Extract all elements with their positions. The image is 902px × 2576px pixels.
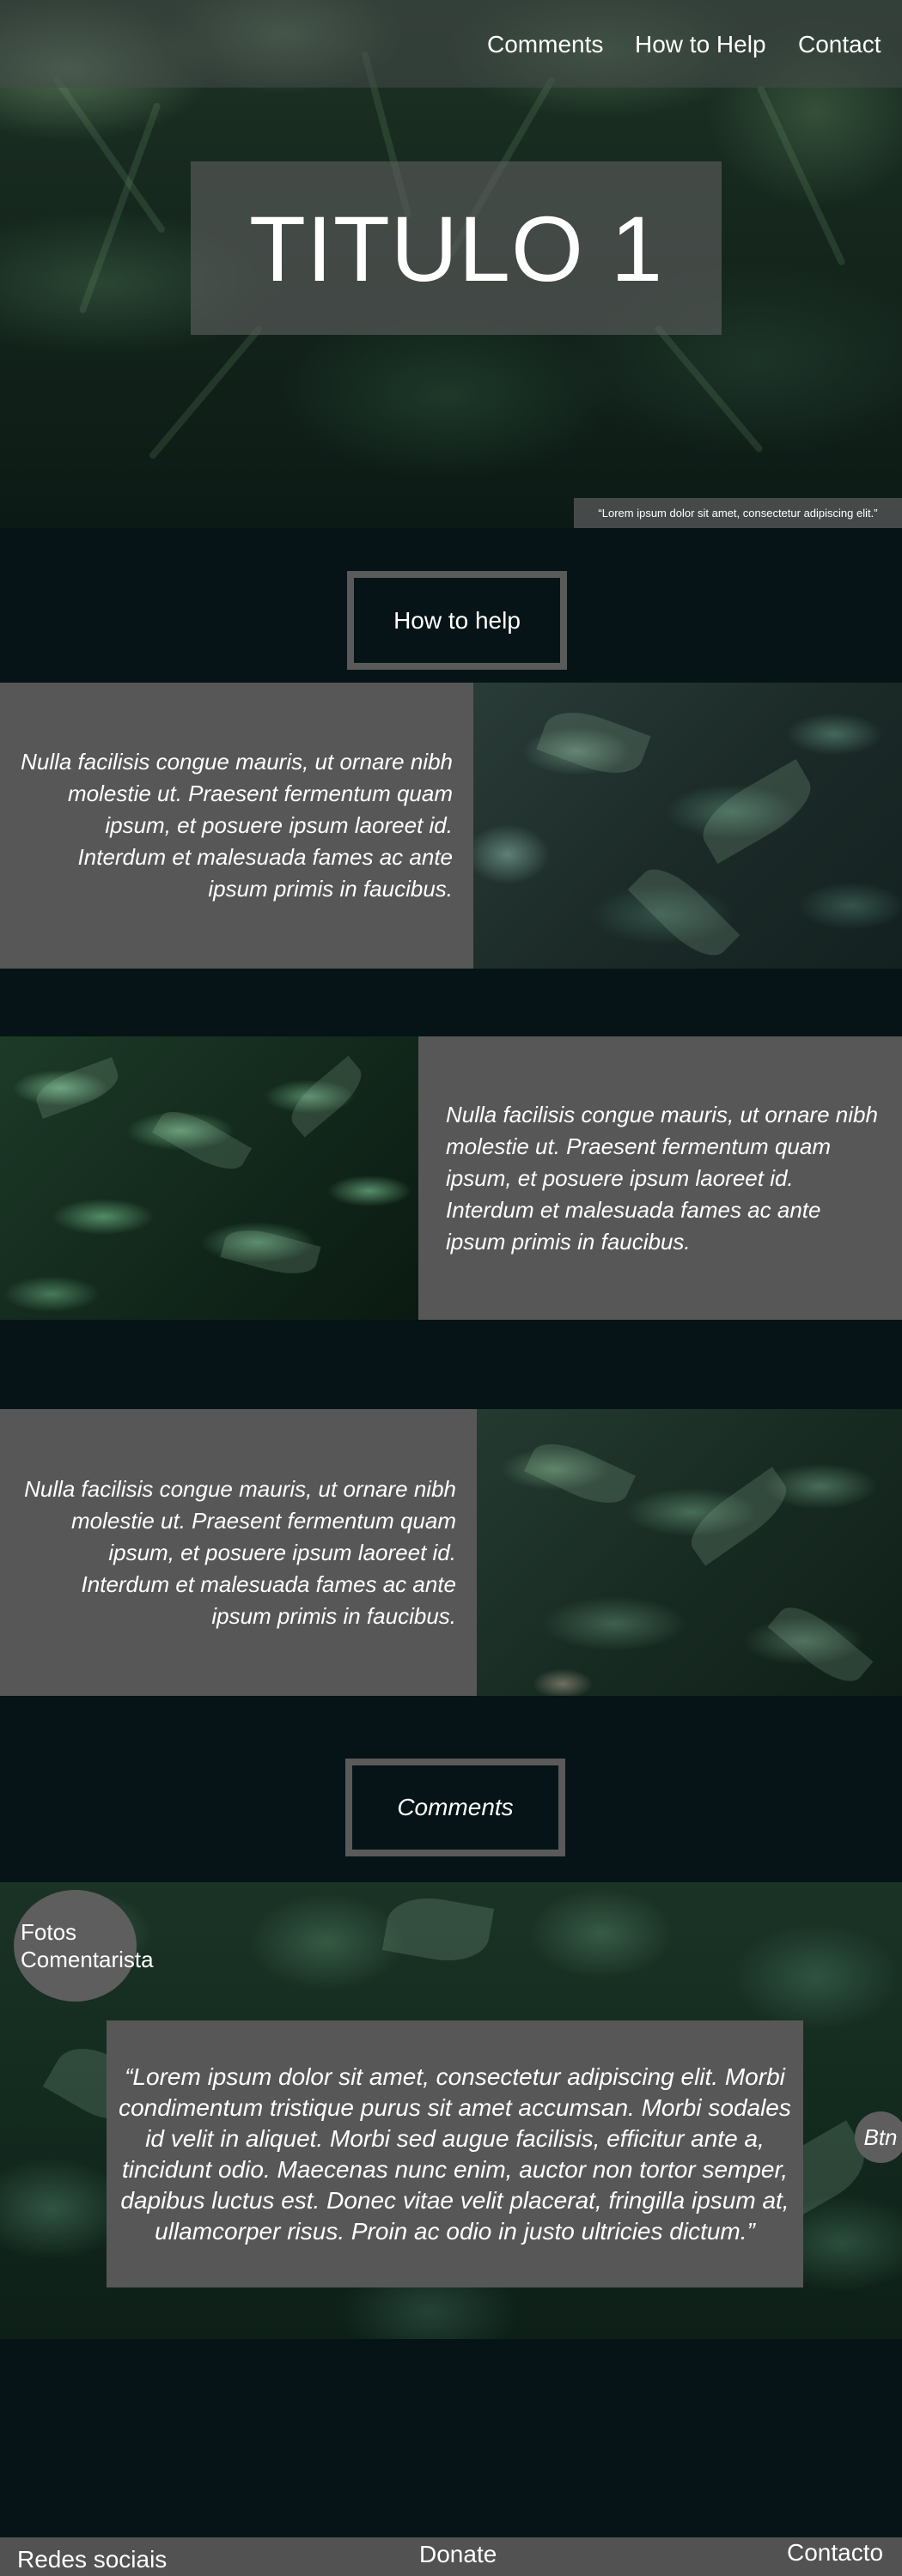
- palm-frond-decoration: [653, 324, 765, 454]
- leaf-shape: [536, 701, 651, 785]
- footer-link-donate[interactable]: Donate: [419, 2541, 497, 2568]
- feature-text-panel-2: Nulla facilisis congue mauris, ut ornare…: [418, 1036, 902, 1320]
- leaf-shape: [680, 1467, 797, 1566]
- leaf-shape: [282, 1055, 371, 1138]
- comment-quote: “Lorem ipsum dolor sit amet, consectetur…: [119, 2063, 791, 2245]
- nav-link-how-to-help[interactable]: How to Help: [635, 31, 766, 58]
- hero-caption: “Lorem ipsum dolor sit amet, consectetur…: [574, 498, 902, 528]
- palm-frond-decoration: [756, 84, 846, 267]
- leaf-shape: [151, 1101, 253, 1180]
- leaf-shape: [31, 1057, 124, 1119]
- comment-next-button[interactable]: Btn: [855, 2111, 902, 2163]
- top-navbar: Comments How to Help Contact: [0, 0, 902, 88]
- comment-quote-box: “Lorem ipsum dolor sit amet, consectetur…: [107, 2020, 803, 2287]
- nav-link-contact[interactable]: Contact: [798, 31, 881, 58]
- commenter-photo: Fotos Comentarista: [14, 1890, 154, 2002]
- leaf-photo-1: [473, 683, 902, 969]
- feature-text-1: Nulla facilisis congue mauris, ut ornare…: [21, 749, 453, 902]
- feature-text-3: Nulla facilisis congue mauris, ut ornare…: [24, 1475, 456, 1629]
- palm-frond-decoration: [148, 324, 265, 460]
- leaf-photo-2: [0, 1036, 418, 1320]
- feature-text-panel-1: Nulla facilisis congue mauris, ut ornare…: [0, 683, 473, 969]
- comments-button[interactable]: Comments: [345, 1759, 565, 1856]
- leaf-shape: [627, 856, 740, 969]
- feature-text-2: Nulla facilisis congue mauris, ut ornare…: [446, 1101, 878, 1255]
- leaf-photo-3: [477, 1409, 902, 1696]
- footer-link-social[interactable]: Redes sociais: [17, 2546, 167, 2573]
- how-to-help-button[interactable]: How to help: [347, 571, 567, 670]
- nav-link-comments[interactable]: Comments: [487, 31, 603, 58]
- leaf-shape: [692, 759, 822, 864]
- footer: Redes sociais Donate Contacto: [0, 2537, 902, 2576]
- leaf-shape: [220, 1222, 321, 1282]
- leaf-shape: [524, 1431, 636, 1516]
- palm-frond-decoration: [52, 75, 167, 234]
- footer-link-contact[interactable]: Contacto: [787, 2539, 883, 2567]
- feature-text-panel-3: Nulla facilisis congue mauris, ut ornare…: [0, 1409, 477, 1696]
- leaf-shape: [381, 1891, 495, 1968]
- leaf-shape: [767, 1595, 874, 1693]
- hero-section: Comments How to Help Contact TITULO 1 “L…: [0, 0, 902, 528]
- hero-title-box: TITULO 1: [191, 161, 722, 335]
- hero-title: TITULO 1: [248, 196, 664, 301]
